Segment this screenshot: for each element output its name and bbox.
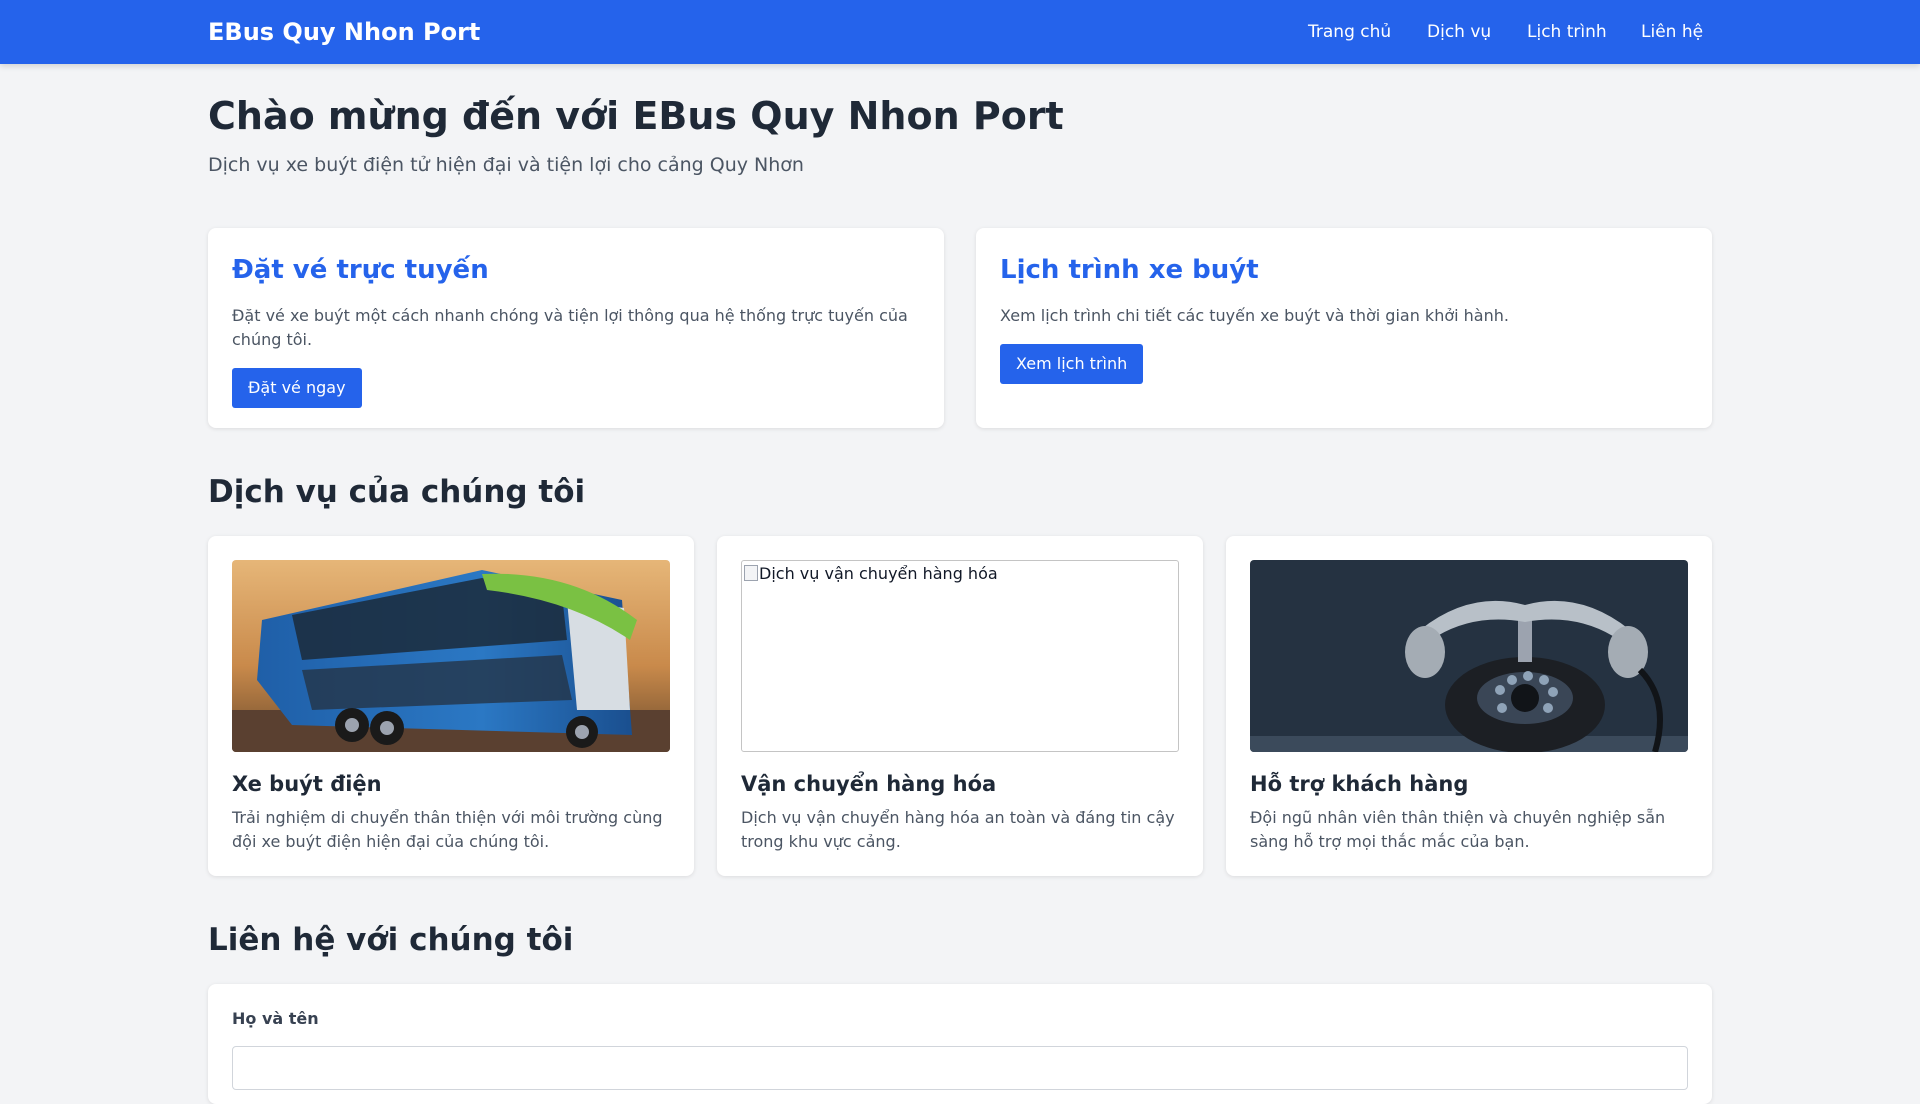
cargo-image-broken: Dịch vụ vận chuyển hàng hóa: [741, 560, 1179, 752]
booking-card-title: Đặt vé trực tuyến: [232, 255, 489, 285]
nav-link-services[interactable]: Dịch vụ: [1427, 20, 1491, 44]
book-now-button[interactable]: Đặt vé ngay: [232, 368, 362, 408]
contact-form: Họ và tên: [208, 984, 1712, 1104]
bus-image: [232, 560, 670, 752]
service-card-electric-bus: Xe buýt điện Trải nghiệm di chuyển thân …: [208, 536, 694, 876]
telephone-photo-icon: [1250, 560, 1688, 752]
view-schedule-button[interactable]: Xem lịch trình: [1000, 344, 1144, 384]
service-title: Vận chuyển hàng hóa: [741, 772, 997, 796]
broken-image-icon: [744, 565, 758, 581]
name-input[interactable]: [232, 1046, 1688, 1090]
service-card-support: Hỗ trợ khách hàng Đội ngũ nhân viên thân…: [1226, 536, 1712, 876]
contact-heading: Liên hệ với chúng tôi: [208, 922, 574, 958]
schedule-card-title: Lịch trình xe buýt: [1000, 255, 1259, 285]
schedule-card: Lịch trình xe buýt Xem lịch trình chi ti…: [976, 228, 1712, 428]
service-description: Dịch vụ vận chuyển hàng hóa an toàn và đ…: [741, 808, 1175, 851]
service-title: Xe buýt điện: [232, 772, 382, 796]
service-card-cargo: Dịch vụ vận chuyển hàng hóa Vận chuyển h…: [717, 536, 1203, 876]
bus-photo-icon: [232, 560, 670, 752]
services-heading: Dịch vụ của chúng tôi: [208, 474, 586, 510]
page-subtitle: Dịch vụ xe buýt điện tử hiện đại và tiện…: [208, 154, 804, 176]
service-description: Đội ngũ nhân viên thân thiện và chuyên n…: [1250, 808, 1666, 851]
nav-link-home[interactable]: Trang chủ: [1308, 20, 1391, 44]
page-title: Chào mừng đến với EBus Quy Nhon Port: [208, 94, 1064, 138]
image-alt-text: Dịch vụ vận chuyển hàng hóa: [759, 564, 998, 583]
service-description: Trải nghiệm di chuyển thân thiện với môi…: [232, 808, 663, 851]
top-navbar: EBus Quy Nhon Port Trang chủ Dịch vụ Lịc…: [0, 0, 1920, 64]
nav-link-schedule[interactable]: Lịch trình: [1527, 20, 1607, 44]
service-title: Hỗ trợ khách hàng: [1250, 772, 1469, 796]
telephone-image: [1250, 560, 1688, 752]
booking-card-description: Đặt vé xe buýt một cách nhanh chóng và t…: [232, 306, 908, 349]
nav-links: Trang chủ Dịch vụ Lịch trình Liên hệ: [0, 20, 1920, 44]
booking-card: Đặt vé trực tuyến Đặt vé xe buýt một các…: [208, 228, 944, 428]
nav-link-contact[interactable]: Liên hệ: [1641, 20, 1703, 44]
schedule-card-description: Xem lịch trình chi tiết các tuyến xe buý…: [1000, 306, 1509, 325]
name-label: Họ và tên: [232, 1009, 319, 1028]
